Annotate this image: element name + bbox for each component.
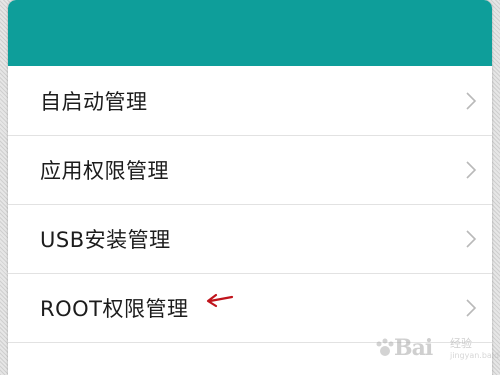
paw-icon: [376, 338, 394, 356]
menu-item-app-permissions[interactable]: 应用权限管理: [8, 136, 492, 205]
menu-item-label: ROOT权限管理: [40, 297, 189, 321]
header-bar: [8, 0, 492, 66]
chevron-right-icon: [466, 161, 477, 179]
menu-item-label: 应用权限管理: [40, 159, 169, 183]
red-arrow-icon: [206, 293, 234, 308]
chevron-right-icon: [466, 91, 477, 110]
menu-list: 自启动管理 应用权限管理 USB安装管理 ROOT权限管理: [8, 66, 492, 343]
menu-item-label: 自启动管理: [40, 89, 148, 114]
watermark-url: jingyan.baidu.com: [450, 351, 500, 360]
menu-item-usb-install[interactable]: USB安装管理: [8, 205, 492, 274]
watermark-sub: 经验: [450, 337, 472, 350]
menu-item-label: USB安装管理: [40, 228, 171, 252]
chevron-right-icon: [466, 299, 477, 317]
watermark-logo: Bai 经验 jingyan.baidu.com: [374, 329, 500, 369]
watermark-brand: Bai: [394, 335, 433, 361]
settings-panel: 自启动管理 应用权限管理 USB安装管理 ROOT权限管理: [8, 0, 492, 375]
menu-item-autostart[interactable]: 自启动管理: [8, 66, 492, 136]
chevron-right-icon: [466, 230, 477, 248]
